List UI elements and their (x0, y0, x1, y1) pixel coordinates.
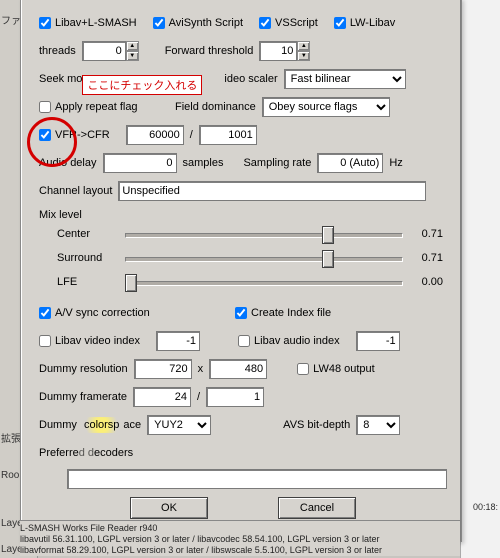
libav-audio-index-checkbox[interactable]: Libav audio index (238, 335, 340, 347)
vsscript-checkbox[interactable]: VSScript (259, 17, 318, 29)
threads-spin-down[interactable]: ▼ (126, 51, 139, 61)
dummy-framerate-label: Dummy framerate (39, 391, 127, 403)
dummy-framerate-sep: / (197, 391, 200, 403)
sampling-rate-input[interactable] (317, 153, 383, 173)
sampling-rate-unit: Hz (389, 157, 402, 169)
forward-threshold-label: Forward threshold (165, 45, 254, 57)
field-dominance-select[interactable]: Obey source flags (262, 97, 390, 117)
dummy-resolution-sep: x (198, 363, 204, 375)
preferred-decoders-label: Preferred decoders (39, 447, 133, 459)
annotation-circle (27, 117, 77, 167)
lfe-slider-label: LFE (57, 276, 119, 288)
sampling-rate-label: Sampling rate (243, 157, 311, 169)
surround-slider[interactable] (125, 249, 403, 267)
avisynth-script-checkbox[interactable]: AviSynth Script (153, 17, 243, 29)
surround-slider-label: Surround (57, 252, 119, 264)
dummy-resolution-width[interactable] (134, 359, 192, 379)
bg-frag: Roo (1, 470, 19, 481)
libav-lsmash-checkbox[interactable]: Libav+L-SMASH (39, 17, 137, 29)
ok-button[interactable]: OK (130, 497, 208, 519)
libav-video-index-input[interactable] (156, 331, 200, 351)
avs-bit-depth-select[interactable]: 8 (356, 415, 400, 435)
seek-mode-label: Seek mo (39, 73, 82, 85)
footer-info: L-SMASH Works File Reader r940 libavutil… (20, 520, 460, 556)
field-dominance-label: Field dominance (175, 101, 256, 113)
video-scaler-label: ideo scaler (224, 73, 277, 85)
dummy-framerate-den[interactable] (206, 387, 264, 407)
libav-video-index-checkbox[interactable]: Libav video index (39, 335, 140, 347)
av-sync-checkbox[interactable]: A/V sync correction (39, 307, 219, 319)
avs-bit-depth-label: AVS bit-depth (283, 419, 350, 431)
libav-audio-index-input[interactable] (356, 331, 400, 351)
settings-window: Libav+L-SMASH AviSynth Script VSScript L… (20, 0, 462, 542)
forward-threshold-spin-up[interactable]: ▲ (297, 41, 310, 51)
dummy-framerate-num[interactable] (133, 387, 191, 407)
dummy-colorspace-label: Dummy colorspace (39, 419, 141, 431)
preferred-decoders-input[interactable] (67, 469, 447, 489)
center-slider-label: Center (57, 228, 119, 240)
threads-spin-up[interactable]: ▲ (126, 41, 139, 51)
audio-delay-input[interactable] (103, 153, 177, 173)
center-slider[interactable] (125, 225, 403, 243)
forward-threshold-input[interactable] (259, 41, 297, 61)
annotation-check-here: ここにチェック入れる (82, 75, 202, 95)
vfr-cfr-numerator[interactable] (126, 125, 184, 145)
lfe-slider-value: 0.00 (409, 276, 443, 288)
mix-level-title: Mix level (39, 209, 447, 221)
lfe-slider[interactable] (125, 273, 403, 291)
audio-delay-unit: samples (183, 157, 224, 169)
channel-layout-input[interactable] (118, 181, 426, 201)
lw48-output-checkbox[interactable]: LW48 output (297, 363, 375, 375)
threads-label: threads (39, 45, 76, 57)
channel-layout-label: Channel layout (39, 185, 112, 197)
create-index-checkbox[interactable]: Create Index file (235, 307, 331, 319)
surround-slider-value: 0.71 (409, 252, 443, 264)
cancel-button[interactable]: Cancel (278, 497, 356, 519)
threads-input[interactable] (82, 41, 126, 61)
vfr-cfr-denominator[interactable] (199, 125, 257, 145)
dummy-resolution-height[interactable] (209, 359, 267, 379)
forward-threshold-spin-down[interactable]: ▼ (297, 51, 310, 61)
dummy-resolution-label: Dummy resolution (39, 363, 128, 375)
lw-libav-checkbox[interactable]: LW-Libav (334, 17, 395, 29)
center-slider-value: 0.71 (409, 228, 443, 240)
video-scaler-select[interactable]: Fast bilinear (284, 69, 406, 89)
vfr-cfr-separator: / (190, 129, 193, 141)
apply-repeat-flag-checkbox[interactable]: Apply repeat flag (39, 101, 159, 113)
dummy-colorspace-select[interactable]: YUY2 (147, 415, 211, 435)
